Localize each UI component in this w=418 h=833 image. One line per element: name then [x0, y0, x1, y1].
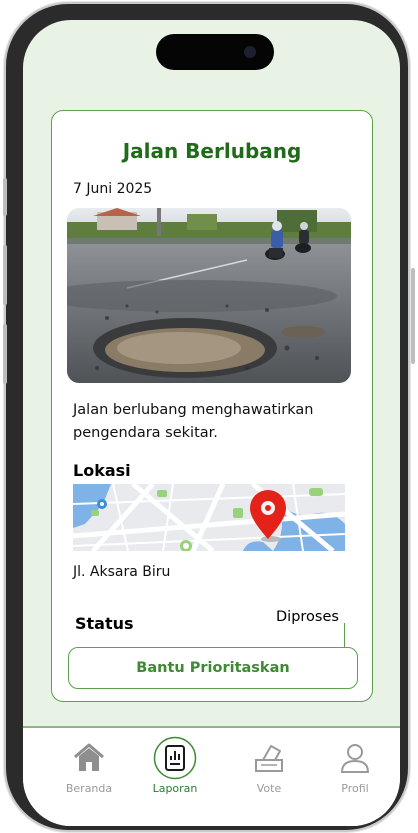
- user-icon: [340, 744, 370, 773]
- report-date: 7 Juni 2025: [73, 181, 153, 197]
- address-text: Jl. Aksara Biru: [73, 564, 171, 580]
- nav-laporan[interactable]: Laporan: [135, 736, 215, 795]
- power-button: [411, 268, 415, 364]
- nav-label-laporan: Laporan: [152, 782, 198, 795]
- bottom-nav: Beranda Laporan Vote Profil: [23, 726, 400, 826]
- dynamic-island: [156, 34, 274, 70]
- ballot-icon: [255, 745, 283, 772]
- volume-down-button: [3, 324, 7, 384]
- pothole-photo: [67, 208, 351, 383]
- nav-label-beranda: Beranda: [65, 782, 113, 795]
- nav-label-vote: Vote: [256, 782, 282, 795]
- report-icon: [153, 736, 197, 780]
- nav-profil[interactable]: Profil: [315, 740, 395, 795]
- camera-icon: [244, 46, 256, 58]
- report-photo: [67, 208, 351, 383]
- home-icon: [74, 743, 104, 771]
- volume-up-button: [3, 245, 7, 305]
- status-divider: [344, 623, 345, 647]
- nav-vote[interactable]: Vote: [229, 740, 309, 795]
- nav-label-profil: Profil: [341, 782, 369, 795]
- map-graphic: [73, 484, 345, 551]
- mute-switch: [3, 178, 7, 216]
- location-heading: Lokasi: [73, 461, 131, 480]
- report-card: Jalan Berlubang 7 Juni 2025 Jalan berlub…: [51, 110, 373, 702]
- report-description: Jalan berlubang menghawatirkan pengendar…: [73, 402, 314, 441]
- phone-frame: Jalan Berlubang 7 Juni 2025 Jalan berlub…: [6, 4, 408, 830]
- report-title: Jalan Berlubang: [122, 139, 302, 163]
- status-value: Diproses: [276, 609, 339, 625]
- map-marker-small-icon: [97, 499, 107, 509]
- prioritize-button[interactable]: Bantu Prioritaskan: [68, 647, 358, 689]
- location-map[interactable]: [73, 484, 345, 551]
- app-screen: Jalan Berlubang 7 Juni 2025 Jalan berlub…: [23, 20, 400, 826]
- status-label: Status: [75, 614, 134, 633]
- nav-beranda[interactable]: Beranda: [49, 740, 129, 795]
